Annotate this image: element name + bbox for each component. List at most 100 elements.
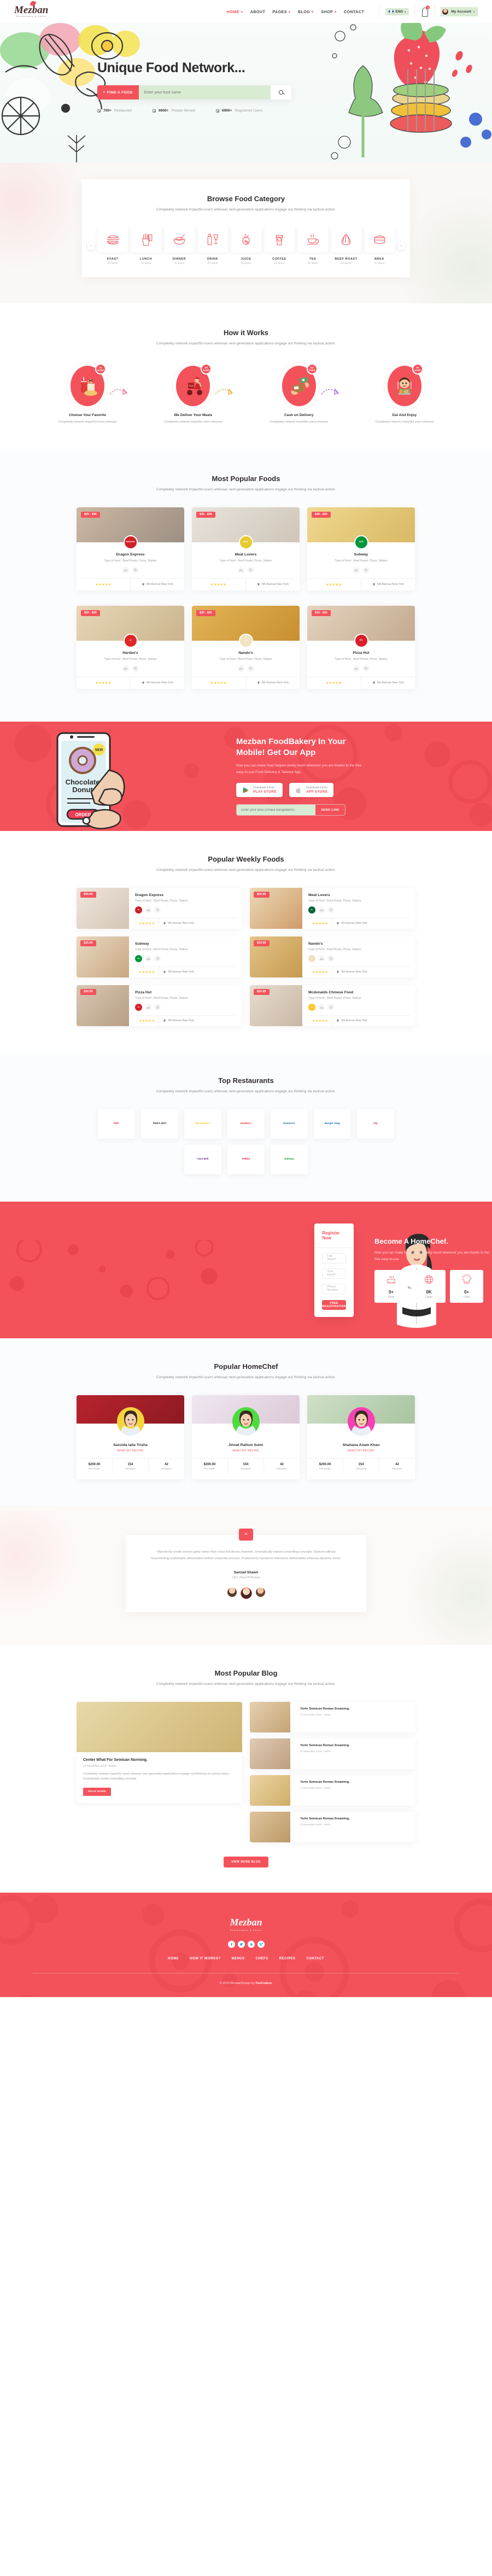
testimonial-avatar[interactable] <box>255 1587 265 1597</box>
restaurant-logo-card[interactable]: Burger King <box>314 1109 351 1139</box>
register-field[interactable]: Your Eamil* <box>322 1268 346 1279</box>
site-logo[interactable]: Mezban Restaurants & Cafes <box>14 1 48 17</box>
free-registration-button[interactable]: FREE REGISTRATION <box>322 1299 346 1310</box>
time-icon-button[interactable] <box>154 906 161 914</box>
category-item[interactable]: TEA 20 Items <box>297 226 328 265</box>
search-input[interactable] <box>138 85 271 99</box>
chef-card[interactable]: Jinnat Raihun Sumi WHAT MY RECIPE $200.0… <box>192 1395 300 1480</box>
footer-nav-item[interactable]: RECIPES <box>279 1957 296 1960</box>
time-icon-button[interactable] <box>154 955 161 962</box>
restaurant-logo-card[interactable]: PIZZA HUT <box>141 1109 178 1139</box>
step-bubble[interactable]: 03 STEP <box>282 364 318 407</box>
social-link[interactable] <box>227 1940 235 1948</box>
cart-button[interactable]: 0 <box>420 5 430 17</box>
step-bubble[interactable]: 01 STEP <box>71 364 106 407</box>
category-item[interactable]: LUNCH 20 Items <box>131 226 161 265</box>
footer-nav-item[interactable]: MENUS <box>232 1957 245 1960</box>
register-field[interactable]: Full Name* <box>322 1252 346 1263</box>
food-card[interactable]: $20 - $30 MEAT Meat Lovers Type of food … <box>192 507 300 590</box>
time-icon-button[interactable] <box>362 566 370 573</box>
footer-nav-item[interactable]: CONTACT <box>306 1957 324 1960</box>
step-bubble[interactable]: 04 STEP <box>387 364 423 407</box>
blog-post-card[interactable]: Yorkr Semican Reman Sreaming. 12 December… <box>250 1701 415 1732</box>
app-store-button[interactable]: Download it from PLAY STORE <box>236 783 283 798</box>
chef-card[interactable]: Sanzida laila Trisha WHAT MY RECIPE $200… <box>77 1395 184 1480</box>
time-icon-button[interactable] <box>327 955 334 962</box>
search-button[interactable] <box>271 85 291 99</box>
language-selector[interactable]: ENG ▾ <box>385 8 409 15</box>
weekly-food-card[interactable]: $20.99 Dragon Express Type of food : Bee… <box>77 887 242 929</box>
food-card[interactable]: $20 - $30 SUB Subway Type of food : Beef… <box>307 507 415 590</box>
restaurant-logo-card[interactable]: Hardee's <box>227 1109 265 1139</box>
delivery-icon-button[interactable] <box>237 566 244 573</box>
category-item[interactable]: BEEF ROAST 20 Items <box>331 226 361 265</box>
restaurant-logo-card[interactable]: Taco Bell <box>184 1145 221 1175</box>
nav-item-contact[interactable]: CONTACT <box>344 9 364 14</box>
delivery-icon-button[interactable] <box>145 955 151 962</box>
app-store-button[interactable]: Download it from APP STORE <box>289 783 334 798</box>
chef-card[interactable]: Shahana Anam Khan WHAT MY RECIPE $200.00… <box>307 1395 415 1480</box>
footer-nav-item[interactable]: HOW IT WORKS? <box>190 1957 221 1960</box>
featured-blog-post[interactable]: Center What For Semican Norming. 12 Dece… <box>77 1701 242 1804</box>
register-field[interactable]: Phone Number <box>322 1283 346 1294</box>
nav-item-blog[interactable]: BLOG + <box>298 9 314 14</box>
category-item[interactable]: COFFEE 20 Items <box>264 226 295 265</box>
my-account-button[interactable]: My Account ▾ <box>441 7 478 16</box>
weekly-food-card[interactable]: $20.99 Mcdonalds Chinese Food Type of fo… <box>250 985 415 1026</box>
send-link-button[interactable]: SEND LINK <box>315 805 345 816</box>
time-icon-button[interactable] <box>132 665 139 672</box>
weekly-food-card[interactable]: $20.99 Nando's Type of food : Beef Roast… <box>250 936 415 977</box>
footer-nav-item[interactable]: CHEFS <box>256 1957 268 1960</box>
category-next-arrow[interactable]: » <box>397 242 405 250</box>
category-prev-arrow[interactable]: « <box>87 242 95 250</box>
time-icon-button[interactable] <box>327 906 334 914</box>
social-link[interactable] <box>247 1940 255 1948</box>
area-input[interactable] <box>237 805 316 816</box>
time-icon-button[interactable] <box>247 566 254 573</box>
view-more-blog-button[interactable]: VIEW MORE BLOG <box>224 1856 268 1867</box>
footer-nav-item[interactable]: HOME <box>168 1957 179 1960</box>
time-icon-button[interactable] <box>154 1004 161 1011</box>
category-item[interactable]: DINNER 20 Items <box>164 226 195 265</box>
food-card[interactable]: $20 - $30 DRAGON Dragon Express Type of … <box>77 507 184 590</box>
footer-logo[interactable]: Mezban Restaurants & Cafes <box>230 1917 262 1931</box>
nav-item-home[interactable]: HOME + <box>227 9 243 14</box>
delivery-icon-button[interactable] <box>318 955 325 962</box>
delivery-icon-button[interactable] <box>318 906 325 914</box>
find-a-food-dropdown[interactable]: ▾ FIND A FOOD <box>97 85 139 99</box>
restaurant-logo-card[interactable]: KFC <box>98 1109 135 1139</box>
food-card[interactable]: $20 - $30 ★ Hardee's Type of food : Beef… <box>77 605 184 689</box>
time-icon-button[interactable] <box>247 665 254 672</box>
delivery-icon-button[interactable] <box>353 566 360 573</box>
step-bubble[interactable]: Food 02 STEP <box>176 364 212 407</box>
delivery-icon-button[interactable] <box>145 906 151 914</box>
food-card[interactable]: $20 - $30 N Nando's Type of food : Beef … <box>192 605 300 689</box>
delivery-icon-button[interactable] <box>353 665 360 672</box>
blog-post-card[interactable]: Yorkr Semican Reman Sreaming. 12 December… <box>250 1811 415 1842</box>
category-item[interactable]: BREA 20 Items <box>364 226 395 265</box>
delivery-icon-button[interactable] <box>122 566 129 573</box>
restaurant-logo-card[interactable]: DQ <box>357 1109 394 1139</box>
blog-post-card[interactable]: Yorkr Semican Reman Sreaming. 12 December… <box>250 1775 415 1806</box>
social-link[interactable] <box>237 1940 245 1948</box>
category-item[interactable]: DRINK 20 Items <box>197 226 228 265</box>
food-card[interactable]: $20 - $30 PH Pizza Hut Type of food : Be… <box>307 605 415 689</box>
time-icon-button[interactable] <box>132 566 139 573</box>
time-icon-button[interactable] <box>362 665 370 672</box>
nav-item-shop[interactable]: SHOP + <box>321 9 337 14</box>
weekly-food-card[interactable]: $20.99 Subway Type of food : Beef Roast,… <box>77 936 242 977</box>
read-more-button[interactable]: READ MORE <box>83 1788 111 1796</box>
testimonial-avatar-active[interactable] <box>240 1587 252 1599</box>
delivery-icon-button[interactable] <box>318 1004 325 1011</box>
testimonial-avatar[interactable] <box>227 1587 237 1597</box>
restaurant-logo-card[interactable]: Domino's <box>271 1109 308 1139</box>
social-link[interactable] <box>257 1940 265 1948</box>
blog-post-card[interactable]: Yorkr Semican Reman Sreaming. 12 December… <box>250 1738 415 1769</box>
category-item[interactable]: JUICE 20 Items <box>231 226 261 265</box>
nav-item-about[interactable]: ABOUT <box>250 9 266 14</box>
restaurant-logo-card[interactable]: Subway <box>271 1145 308 1175</box>
restaurant-logo-card[interactable]: Pollos <box>227 1145 265 1175</box>
nav-item-pages[interactable]: PAGES + <box>272 9 291 14</box>
time-icon-button[interactable] <box>327 1004 334 1011</box>
restaurant-logo-card[interactable]: McDonald's <box>184 1109 221 1139</box>
